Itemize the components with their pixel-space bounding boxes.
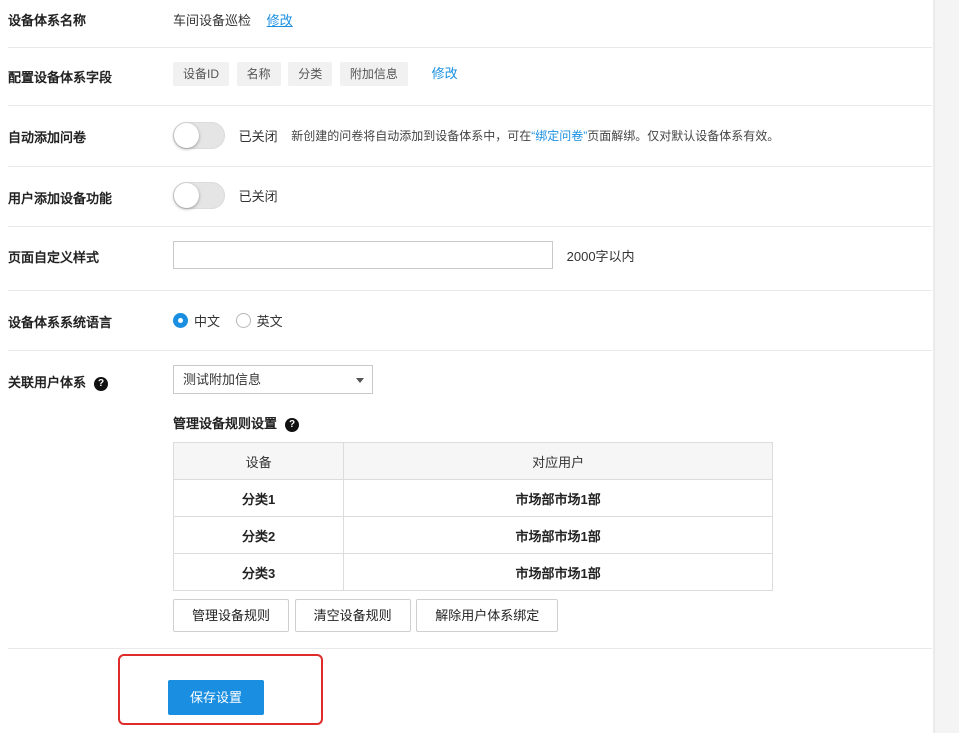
save-area: 保存设置 bbox=[0, 649, 924, 733]
system-name-label: 设备体系名称 bbox=[8, 13, 87, 28]
auto-add-hint: 新创建的问卷将自动添加到设备体系中，可在“绑定问卷”页面解绑。仅对默认设备体系有… bbox=[291, 127, 779, 144]
user-system-select[interactable]: 测试附加信息 bbox=[173, 365, 373, 394]
radio-english-label[interactable]: 英文 bbox=[257, 311, 283, 330]
row-system-name: 设备体系名称 车间设备巡检 修改 bbox=[8, 0, 932, 48]
bind-survey-link[interactable]: “绑定问卷” bbox=[531, 129, 587, 143]
auto-add-state: 已关闭 bbox=[238, 129, 278, 144]
system-name-value: 车间设备巡检 bbox=[173, 13, 252, 28]
edit-name-link[interactable]: 修改 bbox=[267, 13, 293, 28]
auto-add-content: 已关闭 新创建的问卷将自动添加到设备体系中，可在“绑定问卷”页面解绑。仅对默认设… bbox=[173, 122, 779, 149]
clear-rules-button[interactable]: 清空设备规则 bbox=[294, 599, 411, 632]
field-tag-extra: 附加信息 bbox=[339, 62, 408, 86]
user-add-state: 已关闭 bbox=[238, 189, 278, 204]
user-add-content: 已关闭 bbox=[173, 182, 278, 209]
table-cell: 分类3 bbox=[172, 553, 345, 591]
help-icon[interactable]: ? bbox=[94, 376, 109, 391]
scrollbar-track[interactable] bbox=[933, 0, 959, 733]
table-cell: 市场部市场1部 bbox=[343, 553, 773, 591]
hint-suffix: 页面解绑。仅对默认设备体系有效。 bbox=[587, 129, 780, 143]
table-row: 分类3 市场部市场1部 bbox=[172, 553, 773, 591]
rule-settings-title-wrap: 管理设备规则设置? bbox=[173, 413, 300, 432]
settings-form: 设备体系名称 车间设备巡检 修改 配置设备体系字段 设备ID 名称 分类 附加信… bbox=[8, 0, 932, 649]
table-cell: 市场部市场1部 bbox=[343, 479, 773, 517]
field-tag-category: 分类 bbox=[288, 62, 333, 86]
field-tag-name: 名称 bbox=[236, 62, 281, 86]
table-cell: 分类1 bbox=[172, 479, 345, 517]
radio-chinese-label[interactable]: 中文 bbox=[194, 311, 220, 330]
row-fields: 配置设备体系字段 设备ID 名称 分类 附加信息 修改 bbox=[8, 48, 932, 106]
user-add-toggle[interactable] bbox=[173, 182, 225, 209]
custom-style-limit: 2000字以内 bbox=[566, 248, 635, 264]
column-header-device: 设备 bbox=[172, 442, 345, 480]
auto-add-label: 自动添加问卷 bbox=[8, 130, 87, 145]
caret-down-icon bbox=[356, 378, 364, 383]
save-button[interactable]: 保存设置 bbox=[168, 680, 264, 715]
fields-label: 配置设备体系字段 bbox=[8, 70, 113, 85]
table-row: 分类1 市场部市场1部 bbox=[172, 479, 773, 517]
language-options: 中文 英文 bbox=[173, 311, 295, 330]
toggle-knob bbox=[174, 183, 199, 208]
table-header-row: 设备 对应用户 bbox=[172, 442, 773, 480]
table-cell: 市场部市场1部 bbox=[343, 516, 773, 554]
user-add-label: 用户添加设备功能 bbox=[8, 191, 113, 206]
fields-content: 设备ID 名称 分类 附加信息 修改 bbox=[173, 62, 458, 86]
toggle-knob bbox=[174, 123, 199, 148]
field-tag-id: 设备ID bbox=[173, 62, 230, 86]
custom-style-input[interactable] bbox=[173, 241, 553, 269]
radio-chinese[interactable] bbox=[173, 313, 188, 328]
auto-add-toggle[interactable] bbox=[173, 122, 225, 149]
custom-style-label: 页面自定义样式 bbox=[8, 250, 100, 265]
rule-settings-title: 管理设备规则设置 bbox=[173, 416, 278, 431]
linked-user-label-wrap: 关联用户体系? bbox=[8, 372, 109, 391]
column-header-user: 对应用户 bbox=[343, 442, 773, 480]
hint-prefix: 新创建的问卷将自动添加到设备体系中，可在 bbox=[291, 129, 532, 143]
user-system-selected: 测试附加信息 bbox=[183, 372, 262, 387]
language-label: 设备体系系统语言 bbox=[8, 315, 113, 330]
row-custom-style: 页面自定义样式 2000字以内 bbox=[8, 227, 932, 291]
table-row: 分类2 市场部市场1部 bbox=[172, 516, 773, 554]
row-language: 设备体系系统语言 中文 英文 bbox=[8, 291, 932, 351]
unbind-user-system-button[interactable]: 解除用户体系绑定 bbox=[416, 599, 559, 632]
custom-style-content: 2000字以内 bbox=[173, 241, 635, 269]
row-linked-user-system: 关联用户体系? 测试附加信息 管理设备规则设置? 设备 对应用户 分类1 市场部… bbox=[8, 351, 932, 649]
rule-button-group: 管理设备规则 清空设备规则 解除用户体系绑定 bbox=[173, 599, 560, 632]
system-name-content: 车间设备巡检 修改 bbox=[173, 10, 293, 29]
row-auto-add: 自动添加问卷 已关闭 新创建的问卷将自动添加到设备体系中，可在“绑定问卷”页面解… bbox=[8, 106, 932, 167]
linked-user-label: 关联用户体系 bbox=[8, 375, 87, 390]
help-icon[interactable]: ? bbox=[285, 417, 300, 432]
manage-rules-button[interactable]: 管理设备规则 bbox=[173, 599, 290, 632]
rules-table: 设备 对应用户 分类1 市场部市场1部 分类2 市场部市场1部 分类3 市场部市… bbox=[172, 442, 773, 591]
table-cell: 分类2 bbox=[172, 516, 345, 554]
row-user-add-device: 用户添加设备功能 已关闭 bbox=[8, 167, 932, 227]
edit-fields-link[interactable]: 修改 bbox=[432, 66, 458, 81]
radio-english[interactable] bbox=[235, 313, 251, 328]
